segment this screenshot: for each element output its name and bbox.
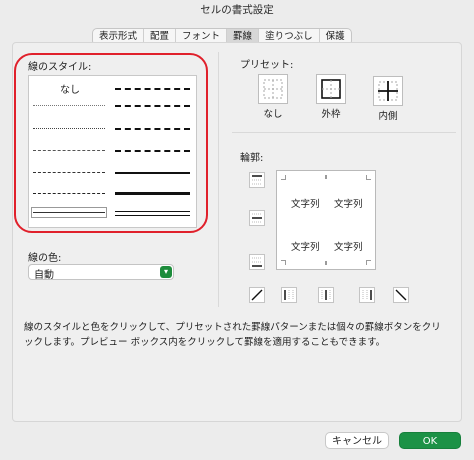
line-color-select[interactable]: 自動 ▾ — [28, 264, 174, 281]
highlight-ring — [14, 53, 208, 233]
border-right-icon — [362, 290, 372, 300]
border-diagonal-down-button[interactable] — [393, 287, 409, 303]
preset-outline-button[interactable] — [316, 74, 346, 104]
preview-cell-text: 文字列 — [291, 199, 320, 210]
border-left-button[interactable] — [281, 287, 297, 303]
border-top-button[interactable] — [249, 172, 265, 188]
chevron-down-icon[interactable]: ▾ — [160, 266, 172, 278]
border-middle-button[interactable] — [249, 210, 265, 226]
border-none-icon — [263, 79, 283, 99]
border-inside-horizontal-icon — [252, 213, 262, 223]
border-right-button[interactable] — [359, 287, 375, 303]
preview-cell-text: 文字列 — [334, 242, 363, 253]
border-bottom-button[interactable] — [249, 254, 265, 270]
preset-inside-label: 内側 — [378, 111, 398, 122]
diagonal-down-icon — [395, 289, 407, 301]
preview-cell-text: 文字列 — [291, 242, 320, 253]
border-center-button[interactable] — [318, 287, 334, 303]
line-color-label: 線の色: — [28, 253, 62, 264]
presets-label: プリセット: — [240, 60, 294, 71]
preset-inside-button[interactable] — [373, 76, 403, 106]
preview-cell-text: 文字列 — [334, 199, 363, 210]
border-inside-vertical-icon — [321, 290, 331, 300]
border-diagonal-up-button[interactable] — [249, 287, 265, 303]
cancel-button[interactable]: キャンセル — [325, 432, 389, 449]
preset-outline-label: 外枠 — [321, 109, 341, 120]
instructions-text: 線のスタイルと色をクリックして、プリセットされた罫線パターンまたは個々の罫線ボタ… — [24, 322, 441, 348]
horizontal-divider — [232, 132, 456, 133]
vertical-divider — [218, 52, 219, 307]
dialog-title: セルの書式設定 — [200, 4, 274, 16]
border-label: 輪郭: — [240, 153, 264, 164]
preset-none-label: なし — [263, 109, 283, 120]
border-outline-icon — [321, 79, 341, 99]
border-top-icon — [252, 175, 262, 185]
preset-none-button[interactable] — [258, 74, 288, 104]
border-left-icon — [284, 290, 294, 300]
border-inside-icon — [378, 81, 398, 101]
ok-button[interactable]: OK — [399, 432, 461, 449]
border-bottom-icon — [252, 257, 262, 267]
diagonal-up-icon — [251, 289, 263, 301]
border-preview[interactable]: 文字列 文字列 文字列 文字列 — [276, 170, 376, 270]
line-color-value: 自動 — [34, 270, 54, 281]
